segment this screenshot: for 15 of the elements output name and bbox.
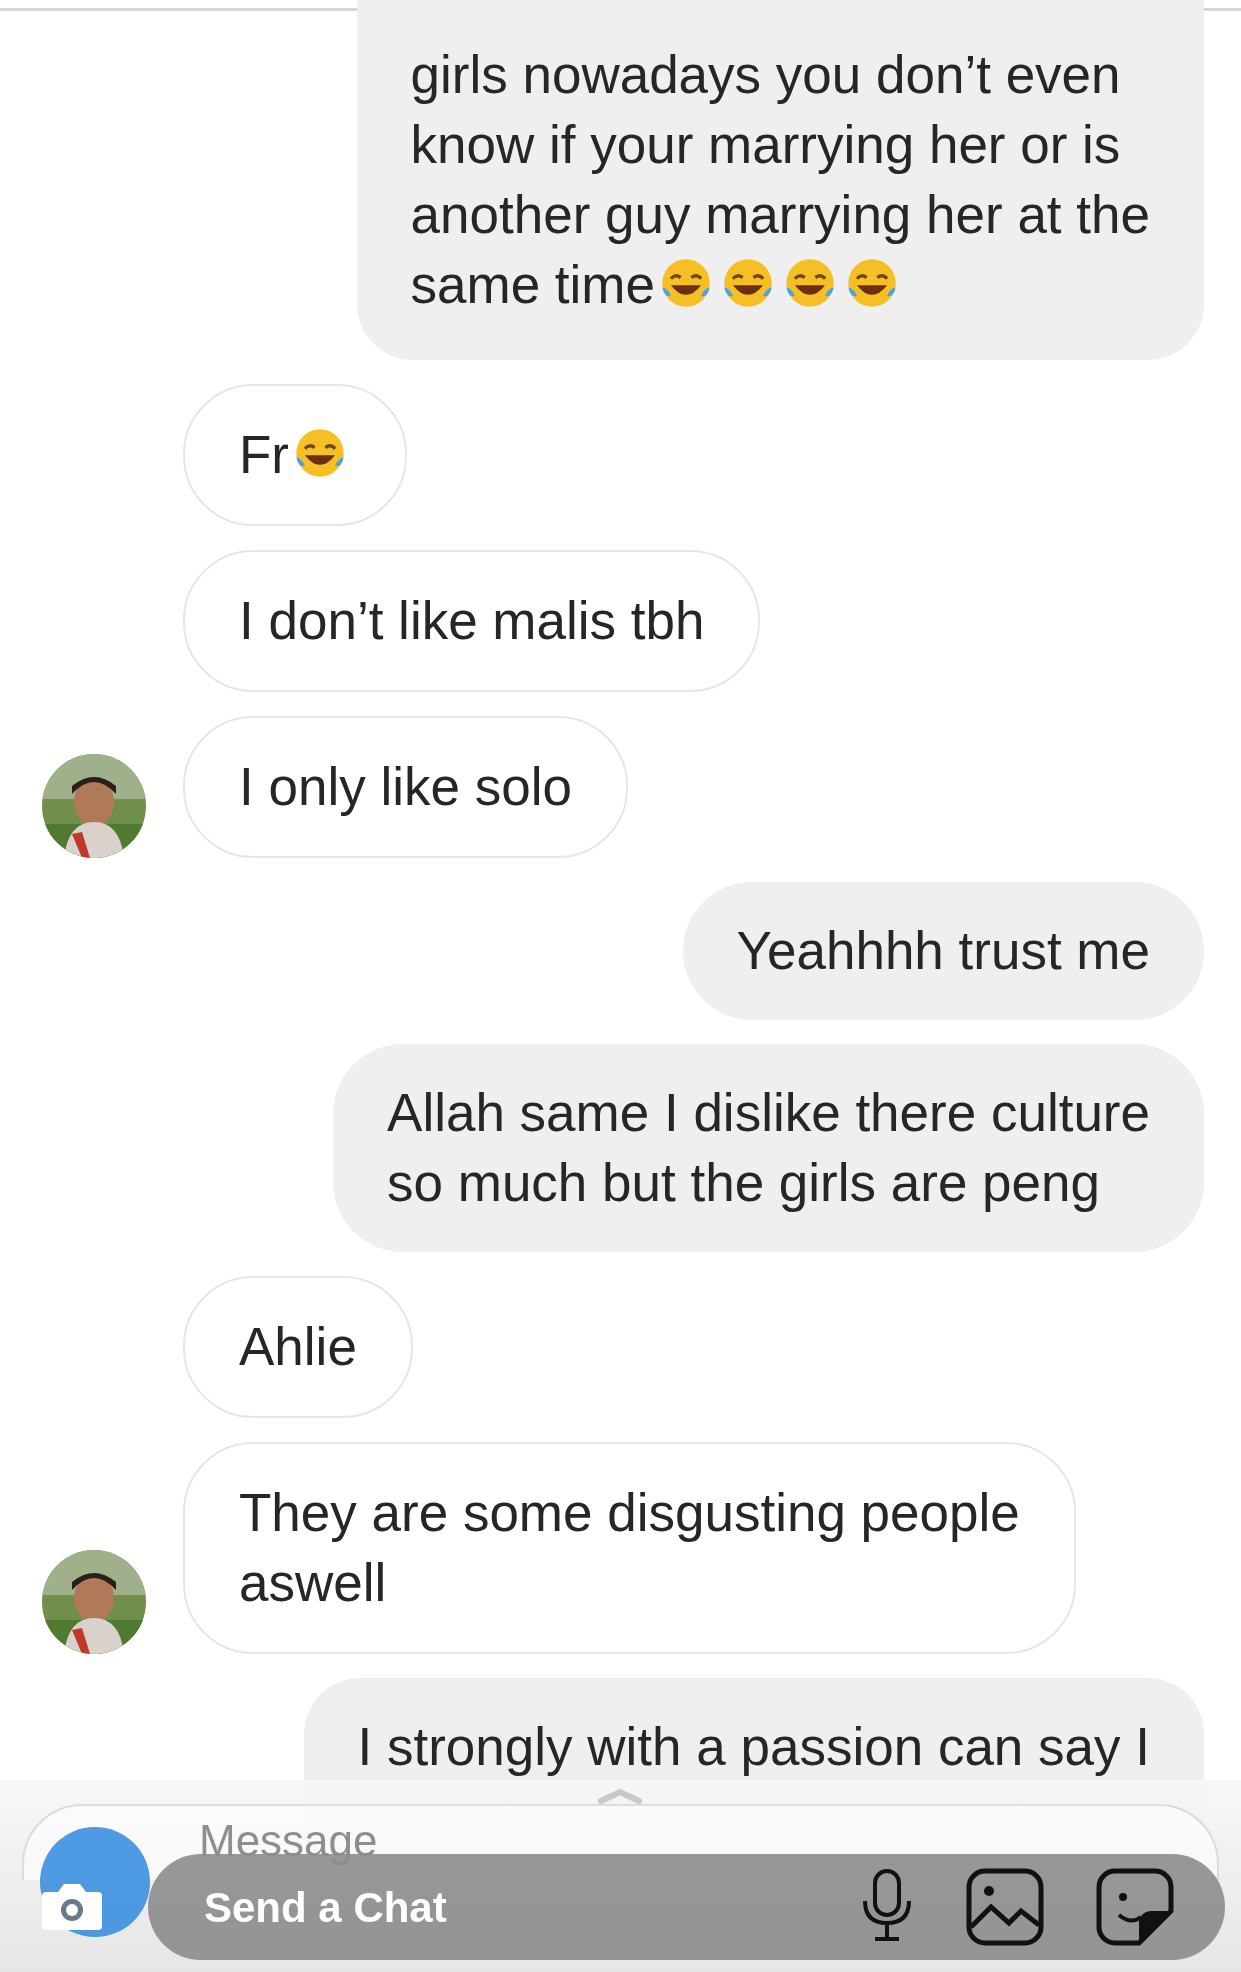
message-text: I don’t like malis tbh: [239, 591, 705, 650]
chat-bar[interactable]: Send a Chat: [148, 1854, 1225, 1960]
message-text: Ahlie: [239, 1317, 357, 1376]
message-text: I only like solo: [239, 757, 572, 816]
message-text: same time: [410, 255, 655, 314]
message-text: know if your marrying her or is: [410, 115, 1121, 174]
message-text: They are some disgusting people: [239, 1483, 1020, 1542]
message-text: Fr: [239, 425, 290, 484]
message-text: aswell: [239, 1553, 387, 1612]
message-text: I strongly with a passion can say I: [357, 1717, 1150, 1776]
message-text: girls nowadays you don’t even: [410, 45, 1121, 104]
message-text: Yeahhhh trust me: [736, 921, 1150, 980]
message-text: Allah same I dislike there culture: [387, 1083, 1150, 1142]
message-text: another guy marrying her at the: [410, 185, 1150, 244]
message-text: so much but the girls are peng: [387, 1153, 1100, 1212]
